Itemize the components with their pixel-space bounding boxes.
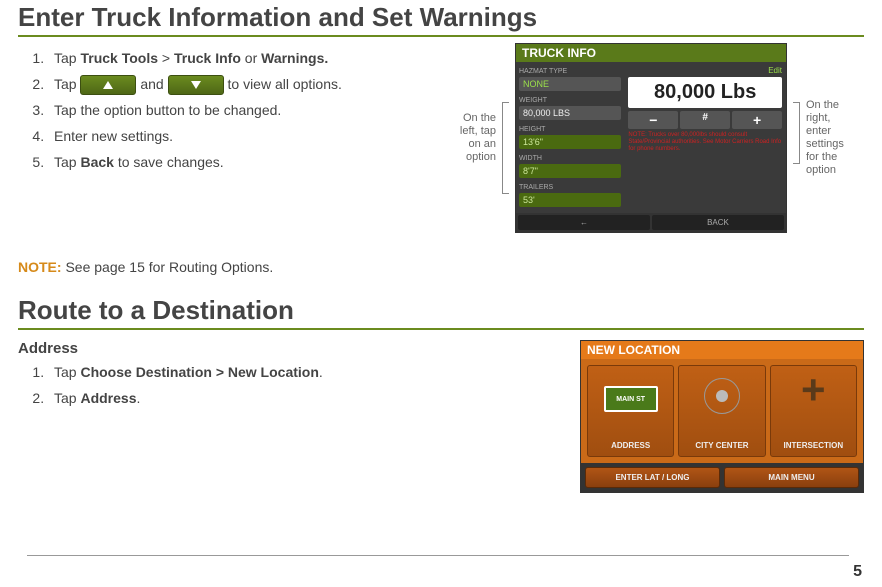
heading-route: Route to a Destination <box>18 295 864 330</box>
text: to save changes. <box>114 154 224 170</box>
text: > <box>158 50 174 66</box>
callout-line: for the option <box>806 151 837 176</box>
step-1: Tap Truck Tools > Truck Info or Warnings… <box>48 47 428 69</box>
text: to view all options. <box>224 76 342 92</box>
hash-button: # <box>680 111 730 129</box>
text-bold: Warnings. <box>261 50 328 66</box>
text: Tap <box>54 50 80 66</box>
text: or <box>241 50 261 66</box>
text-bold: Truck Tools <box>80 50 158 66</box>
text-bold: Back <box>80 154 113 170</box>
field-value: NONE <box>519 77 621 91</box>
steps-list-1: Tap Truck Tools > Truck Info or Warnings… <box>18 47 428 173</box>
field-label: TRAILERS <box>519 184 553 191</box>
field-label: WIDTH <box>519 155 542 162</box>
text: Tap <box>54 364 80 380</box>
warning-note: NOTE: Trucks over 80,000lbs should consu… <box>628 132 782 153</box>
text: . <box>137 390 141 406</box>
callout-line: left, tap <box>460 125 496 137</box>
field-label: HAZMAT TYPE <box>519 68 567 75</box>
text-bold: Choose Destination > New Location <box>80 364 318 380</box>
steps-list-2: Tap Choose Destination > New Location. T… <box>18 361 570 409</box>
step-1: Tap Choose Destination > New Location. <box>48 361 570 383</box>
new-location-screenshot: NEW LOCATION MAIN ST ADDRESS CITY CENTER… <box>580 340 864 493</box>
note-label: NOTE: <box>18 259 62 275</box>
page-number: 5 <box>853 563 862 581</box>
step-2: Tap and to view all options. <box>48 73 428 95</box>
callout-bracket-left <box>502 102 509 194</box>
intersection-icon: + <box>788 370 838 410</box>
text: Tap <box>54 76 80 92</box>
intersection-tile: + INTERSECTION <box>770 365 857 457</box>
field-value: 13'6" <box>519 135 621 149</box>
routing-note: NOTE: See page 15 for Routing Options. <box>18 259 864 275</box>
up-arrow-icon <box>80 75 136 95</box>
text: . <box>319 364 323 380</box>
plus-button: + <box>732 111 782 129</box>
callout-line: On the right, <box>806 99 839 124</box>
tile-label: CITY CENTER <box>695 441 748 450</box>
note-text: See page 15 for Routing Options. <box>62 259 274 275</box>
latlong-button: ENTER LAT / LONG <box>585 467 720 488</box>
truck-info-screenshot: TRUCK INFO HAZMAT TYPE NONE WEIGHT 80,000 … <box>515 43 787 233</box>
screenshot-title: NEW LOCATION <box>581 341 863 359</box>
text: Tap <box>54 390 80 406</box>
step-4: Enter new settings. <box>48 125 428 147</box>
callout-bracket-right <box>793 102 800 164</box>
callout-line: enter settings <box>806 125 844 150</box>
callout-right: On the right, enter settings for the opt… <box>806 99 864 177</box>
text: Tap <box>54 154 80 170</box>
subheading-address: Address <box>18 340 570 357</box>
edit-label: Edit <box>628 66 782 77</box>
callout-line: on an <box>468 138 496 150</box>
city-center-icon <box>697 376 747 416</box>
back-arrow-button: ← <box>518 215 650 230</box>
text-bold: Truck Info <box>174 50 241 66</box>
text-bold: Address <box>80 390 136 406</box>
down-arrow-icon <box>168 75 224 95</box>
step-3: Tap the option button to be changed. <box>48 99 428 121</box>
tile-label: ADDRESS <box>611 441 650 450</box>
minus-button: − <box>628 111 678 129</box>
field-value: 8'7" <box>519 164 621 178</box>
field-value: 53' <box>519 193 621 207</box>
tile-label: INTERSECTION <box>784 441 844 450</box>
city-center-tile: CITY CENTER <box>678 365 765 457</box>
field-label: HEIGHT <box>519 126 545 133</box>
field-label: WEIGHT <box>519 97 547 104</box>
heading-truck-info: Enter Truck Information and Set Warnings <box>18 2 864 37</box>
screenshot-title: TRUCK INFO <box>516 44 786 62</box>
callout-line: On the <box>463 112 496 124</box>
text: and <box>136 76 167 92</box>
address-tile: MAIN ST ADDRESS <box>587 365 674 457</box>
main-menu-button: MAIN MENU <box>724 467 859 488</box>
weight-display: 80,000 Lbs <box>628 77 782 108</box>
step-2: Tap Address. <box>48 387 570 409</box>
back-button: BACK <box>652 215 784 230</box>
callout-left: On the left, tap on an option <box>438 112 496 164</box>
field-value: 80,000 LBS <box>519 106 621 120</box>
callout-line: option <box>466 151 496 163</box>
step-5: Tap Back to save changes. <box>48 151 428 173</box>
street-sign-icon: MAIN ST <box>604 386 658 412</box>
